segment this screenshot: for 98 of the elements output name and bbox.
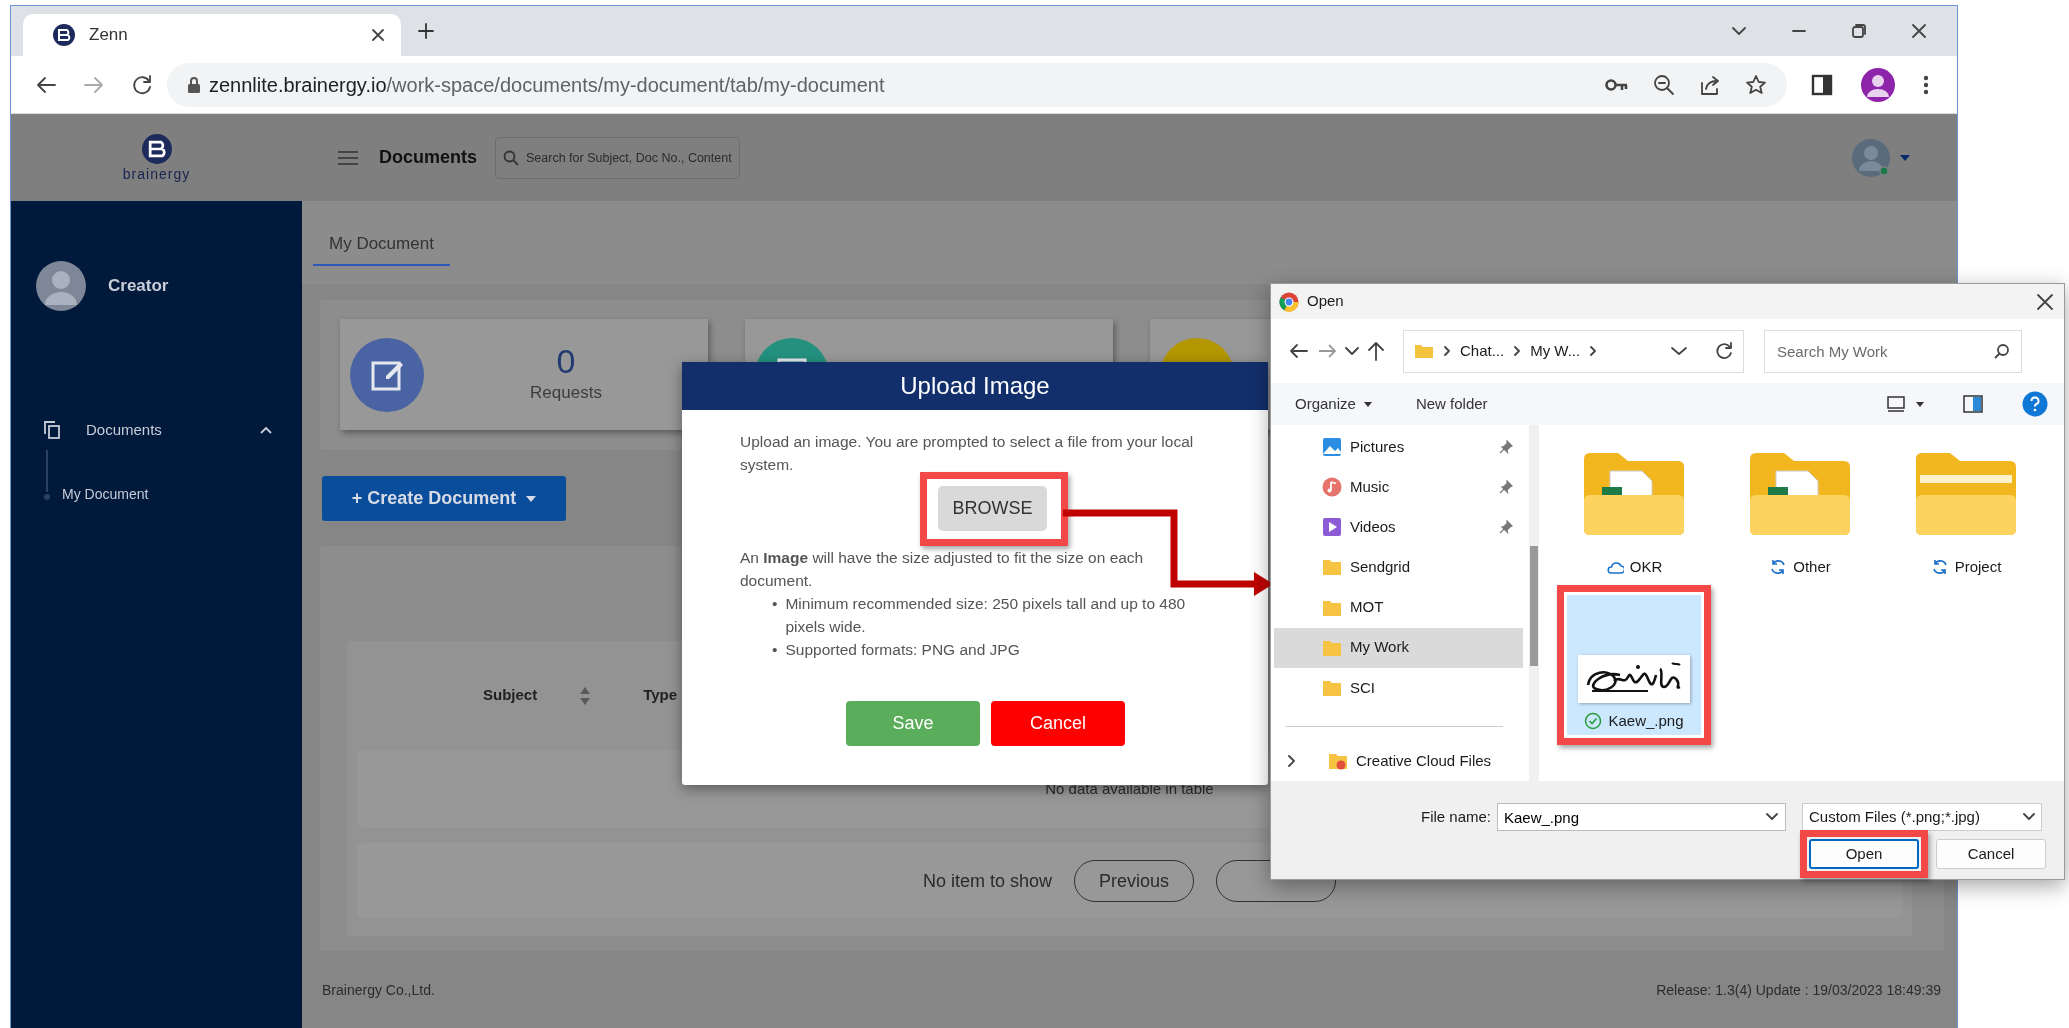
dialog-title: Upload Image bbox=[900, 371, 1050, 401]
nav-subitem[interactable]: My Document bbox=[62, 484, 149, 505]
open-button[interactable]: Open bbox=[1809, 839, 1919, 869]
dialog-title: Open bbox=[1307, 291, 1344, 312]
nav-item[interactable]: Music bbox=[1274, 467, 1523, 508]
sync-icon bbox=[1930, 558, 1949, 576]
key-icon[interactable] bbox=[1605, 77, 1629, 92]
nav-item[interactable]: My Work bbox=[1274, 627, 1523, 668]
folder-icon bbox=[1414, 343, 1434, 359]
chevron-down-icon bbox=[2023, 813, 2035, 821]
search-icon bbox=[1994, 342, 2010, 359]
close-icon[interactable] bbox=[371, 28, 385, 42]
folder-icon bbox=[1322, 557, 1342, 578]
browse-button[interactable]: BROWSE bbox=[938, 486, 1047, 531]
cancel-button[interactable]: Cancel bbox=[1936, 839, 2046, 869]
nav-item[interactable]: Documents bbox=[36, 410, 302, 450]
logo-icon bbox=[53, 24, 75, 46]
preview-pane-icon[interactable] bbox=[1962, 394, 1984, 414]
restore-icon[interactable] bbox=[1851, 23, 1867, 39]
footer-text: Brainergy Co.,Ltd. bbox=[322, 980, 435, 1000]
cancel-button[interactable]: Cancel bbox=[991, 701, 1125, 746]
chevron-down-icon[interactable] bbox=[1766, 813, 1778, 821]
close-icon[interactable] bbox=[1911, 23, 1927, 39]
file-tile[interactable]: Kaew_.png bbox=[1567, 595, 1701, 735]
nav-item[interactable]: SCI bbox=[1274, 667, 1523, 708]
back-icon[interactable] bbox=[1289, 342, 1309, 360]
file-type-dropdown[interactable]: Custom Files (*.png;*.jpg) bbox=[1802, 803, 2042, 831]
chevron-right-icon bbox=[1590, 346, 1597, 356]
breadcrumb-item[interactable]: My W... bbox=[1530, 339, 1581, 363]
file-tile[interactable]: Other bbox=[1733, 441, 1867, 581]
zoom-out-icon[interactable] bbox=[1653, 73, 1675, 96]
stat-value: 0 bbox=[556, 343, 576, 381]
view-icon[interactable] bbox=[1886, 395, 1906, 413]
search-icon bbox=[503, 149, 519, 166]
logo-icon bbox=[141, 134, 172, 164]
list-marker: • bbox=[772, 640, 778, 660]
edit-icon bbox=[350, 337, 424, 412]
user-name: Creator bbox=[108, 275, 169, 298]
image-icon bbox=[1322, 437, 1342, 458]
list-item: Supported formats: PNG and JPG bbox=[785, 640, 1020, 660]
address-field[interactable]: zennlite.brainergy.io/work-space/documents/my-document/tab/my-document bbox=[167, 62, 1787, 107]
star-icon[interactable] bbox=[1745, 73, 1767, 96]
breadcrumb-item[interactable]: Chat... bbox=[1460, 339, 1505, 363]
column-header[interactable]: Subject bbox=[483, 684, 538, 707]
profile-avatar[interactable] bbox=[1861, 67, 1895, 102]
dialog-text: Upload an image. You are prompted to select a file from your local system. bbox=[740, 432, 1195, 475]
page-title: Documents bbox=[379, 146, 477, 169]
close-icon[interactable] bbox=[2036, 292, 2054, 311]
stat-label: Requests bbox=[530, 382, 602, 405]
file-tile[interactable]: OKR bbox=[1567, 441, 1701, 581]
up-icon[interactable] bbox=[1367, 341, 1385, 361]
check-circle-icon bbox=[1584, 712, 1603, 730]
scrollbar-thumb[interactable] bbox=[1530, 546, 1538, 666]
lock-icon bbox=[187, 75, 201, 94]
page-tab[interactable]: My Document bbox=[313, 223, 450, 266]
side-panel-icon[interactable] bbox=[1811, 73, 1833, 96]
column-header[interactable]: Type bbox=[643, 684, 678, 707]
forward-icon[interactable] bbox=[1317, 342, 1337, 360]
list-marker: • bbox=[772, 594, 778, 614]
breadcrumb-bar[interactable]: Chat... My W... bbox=[1403, 329, 1744, 373]
pagination-summary: No item to show bbox=[922, 869, 1053, 893]
browser-tab[interactable]: Zenn bbox=[23, 14, 401, 56]
nav-item[interactable]: Videos bbox=[1274, 507, 1523, 548]
help-icon[interactable] bbox=[2022, 391, 2048, 417]
field-label: File name: bbox=[1419, 806, 1492, 827]
user-avatar bbox=[36, 261, 86, 311]
caret-icon bbox=[1363, 401, 1372, 407]
create-document-button[interactable]: + Create Document bbox=[322, 476, 566, 521]
search-field[interactable]: Search for Subject, Doc No., Content bbox=[495, 136, 740, 179]
plus-icon[interactable] bbox=[417, 22, 435, 40]
caret-icon bbox=[526, 495, 537, 502]
reload-icon[interactable] bbox=[1715, 342, 1733, 360]
reload-icon[interactable] bbox=[131, 73, 153, 96]
share-icon[interactable] bbox=[1699, 73, 1721, 96]
nav-item[interactable]: Creative Cloud Files bbox=[1274, 740, 1523, 781]
app-icon bbox=[1279, 291, 1299, 312]
sync-icon bbox=[1769, 558, 1788, 576]
file-tile[interactable]: Project bbox=[1899, 441, 2033, 581]
caret-icon[interactable] bbox=[1916, 401, 1924, 407]
logo-text: brainergy bbox=[122, 167, 191, 181]
copy-icon bbox=[44, 421, 60, 439]
chevron-right-icon[interactable] bbox=[1288, 754, 1296, 767]
chevron-right-icon bbox=[1514, 346, 1521, 356]
chevron-right-icon bbox=[1444, 346, 1450, 356]
chevron-down-icon[interactable] bbox=[1345, 346, 1359, 356]
menu-icon[interactable] bbox=[1923, 73, 1929, 96]
nav-item[interactable]: Pictures bbox=[1274, 427, 1523, 468]
release-info: Release: 1.3(4) Update : 19/03/2023 18:49:39 bbox=[1656, 980, 1941, 1000]
music-icon bbox=[1322, 477, 1342, 498]
toolbar-button[interactable]: New folder bbox=[1415, 392, 1488, 416]
nav-item[interactable]: Sendgrid bbox=[1274, 547, 1523, 588]
file-name-field[interactable]: Kaew_.png bbox=[1497, 803, 1786, 831]
nav-item[interactable]: MOT bbox=[1274, 587, 1523, 628]
menu-button[interactable]: Organize bbox=[1295, 392, 1372, 416]
dialog-text: An Image will have the size adjusted to fit the size on each document. bbox=[740, 548, 1145, 591]
video-icon bbox=[1322, 517, 1342, 538]
chevron-down-icon[interactable] bbox=[1671, 346, 1687, 356]
list-item: Minimum recommended size: 250 pixels tall and up to 480 pixels wide. bbox=[785, 594, 1187, 637]
